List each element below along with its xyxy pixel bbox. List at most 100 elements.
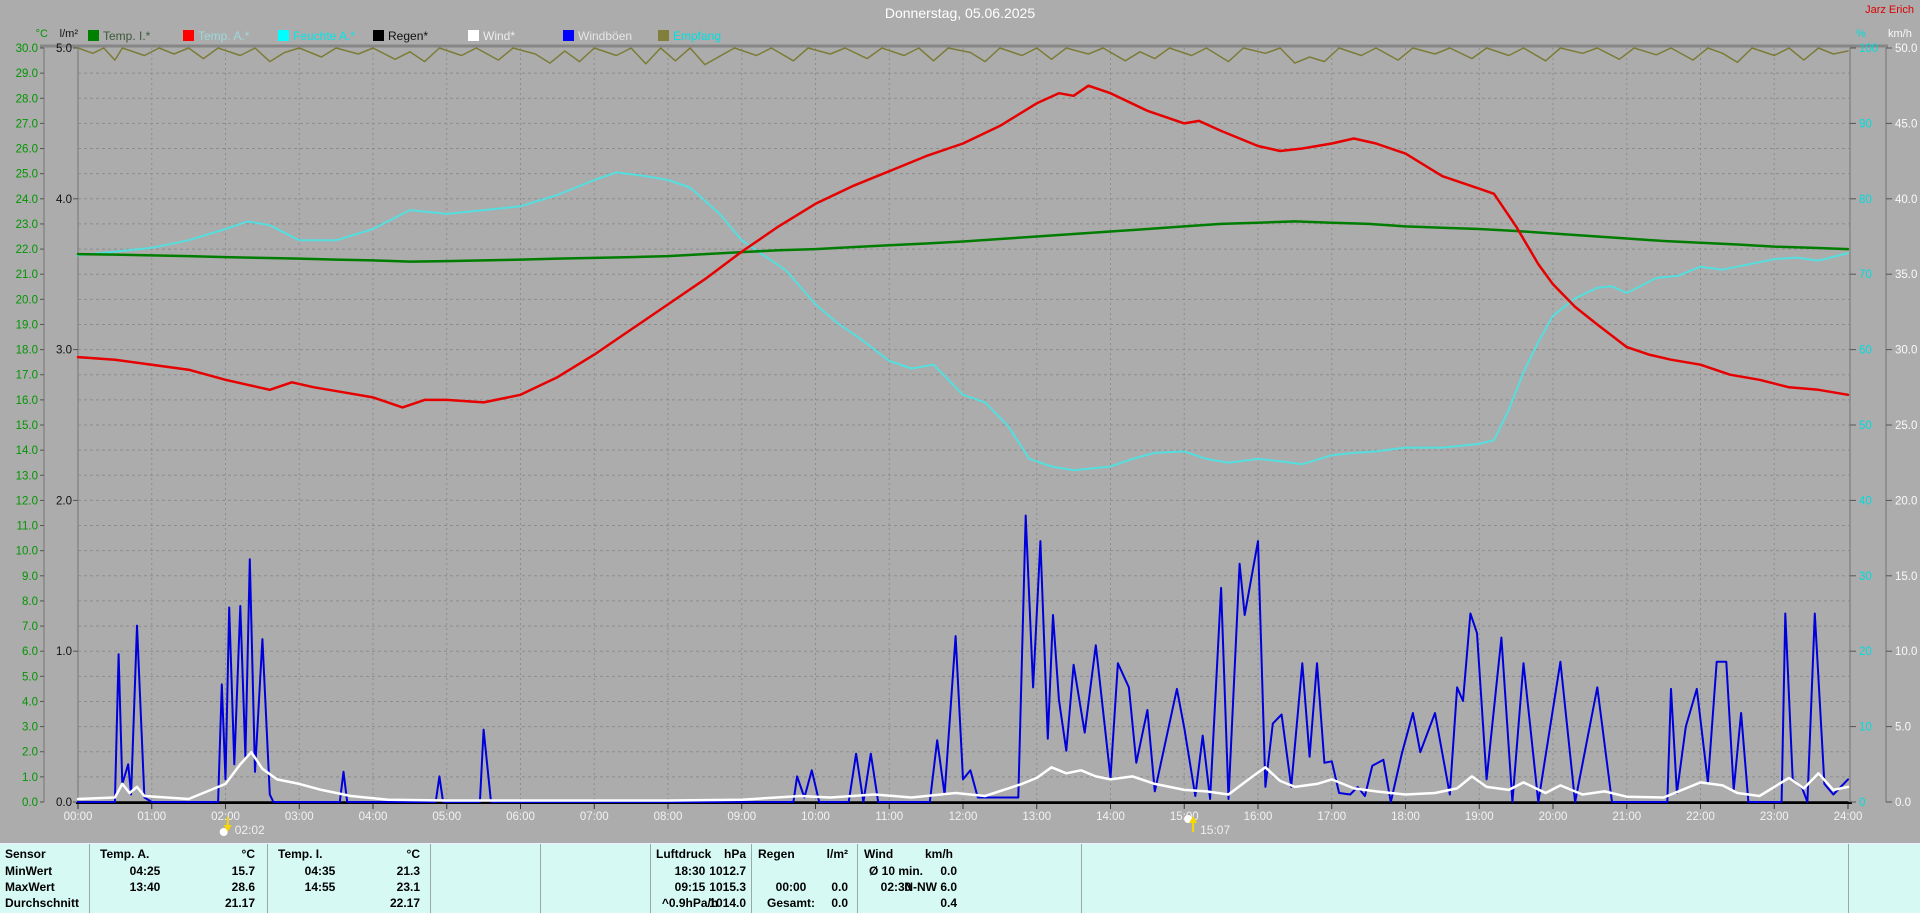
x-tick-label: 23:00 bbox=[1760, 811, 1789, 823]
y-tick-label-temp: 18.0 bbox=[16, 345, 38, 357]
y-axis-labels: 0.0 1.0 2.0 3.0 4.0 5.0 6.0 7.0 8.0 9.0 10.0 11.0 12… bbox=[16, 43, 1918, 809]
y-tick-label-temp: 9.0 bbox=[22, 571, 38, 583]
table-column-divider bbox=[430, 844, 431, 913]
y-tick-label-rain: 1.0 bbox=[56, 646, 72, 658]
x-tick-label: 03:00 bbox=[285, 811, 314, 823]
x-tick-label: 19:00 bbox=[1465, 811, 1494, 823]
y-tick-label-wind: 40.0 bbox=[1895, 194, 1917, 206]
y-tick-label-temp: 14.0 bbox=[16, 445, 38, 457]
y-tick-label-rain: 4.0 bbox=[56, 194, 72, 206]
table-cell-regen-value: 0.0 bbox=[831, 896, 848, 910]
y-tick-label-temp: 21.0 bbox=[16, 269, 38, 281]
table-cell-temp_i-value: 23.1 bbox=[396, 880, 420, 894]
y-tick-label-temp: 11.0 bbox=[16, 521, 38, 533]
table-col-unit-temp_i: °C bbox=[406, 847, 420, 861]
table-column-divider bbox=[267, 844, 268, 913]
table-row-label: MaxWert bbox=[5, 880, 55, 894]
table-cell-luftdruck-value: 1015.3 bbox=[709, 880, 746, 894]
x-tick-label: 24:00 bbox=[1834, 811, 1863, 823]
x-tick-label: 07:00 bbox=[580, 811, 609, 823]
time-marker-label: 02:02 bbox=[235, 823, 265, 837]
y-tick-label-humidity: 40 bbox=[1859, 495, 1872, 507]
table-column-divider bbox=[540, 844, 541, 913]
x-tick-label: 01:00 bbox=[137, 811, 166, 823]
y-tick-label-humidity: 0 bbox=[1859, 797, 1865, 809]
summary-table: Sensor MinWert MaxWert Durchschnitt Temp. A.… bbox=[0, 843, 1920, 913]
y-tick-label-wind: 25.0 bbox=[1895, 420, 1917, 432]
table-row-label: Sensor bbox=[5, 847, 46, 861]
y-tick-label-temp: 19.0 bbox=[16, 319, 38, 331]
x-tick-label: 11:00 bbox=[875, 811, 903, 823]
y-tick-label-humidity: 10 bbox=[1859, 722, 1872, 734]
y-tick-label-temp: 6.0 bbox=[22, 646, 38, 658]
y-tick-label-rain: 2.0 bbox=[56, 495, 72, 507]
y-tick-label-humidity: 100 bbox=[1859, 43, 1878, 55]
table-cell-temp_a-time: 04:25 bbox=[129, 864, 161, 878]
time-marker-label: 15:07 bbox=[1200, 823, 1230, 837]
x-axis-labels: 00:00 01:00 02:00 03:00 04:00 05:00 06:00 07:00… bbox=[64, 804, 1863, 823]
chart-gridlines bbox=[78, 48, 1850, 802]
table-cell-wind-value: N-NW 6.0 bbox=[904, 880, 957, 894]
y-tick-label-temp: 7.0 bbox=[22, 621, 38, 633]
series-feuchte-a- bbox=[77, 171, 1849, 472]
x-tick-label: 14:00 bbox=[1096, 811, 1125, 823]
y-tick-label-temp: 8.0 bbox=[22, 596, 38, 608]
table-cell-temp_a-value: 28.6 bbox=[231, 880, 255, 894]
y-tick-label-rain: 5.0 bbox=[56, 43, 72, 55]
table-col-unit-temp_a: °C bbox=[241, 847, 255, 861]
table-cell-luftdruck-value: 1012.7 bbox=[709, 864, 746, 878]
table-row-label: Durchschnitt bbox=[5, 896, 80, 910]
y-tick-label-wind: 50.0 bbox=[1895, 43, 1917, 55]
y-tick-label-wind: 30.0 bbox=[1895, 345, 1917, 357]
weather-chart: 0.0 1.0 2.0 3.0 4.0 5.0 6.0 7.0 8.0 9.0 10.0 11.0 12… bbox=[16, 43, 1918, 837]
y-tick-label-wind: 35.0 bbox=[1895, 269, 1917, 281]
table-cell-temp_i-value: 22.17 bbox=[389, 896, 420, 910]
y-tick-label-temp: 12.0 bbox=[16, 495, 38, 507]
x-tick-label: 09:00 bbox=[727, 811, 756, 823]
y-tick-label-temp: 23.0 bbox=[16, 219, 38, 231]
y-tick-label-temp: 26.0 bbox=[16, 144, 38, 156]
y-tick-label-humidity: 70 bbox=[1859, 269, 1872, 281]
x-tick-label: 12:00 bbox=[949, 811, 978, 823]
time-marker: 15:07 bbox=[1184, 815, 1230, 837]
x-tick-label: 18:00 bbox=[1391, 811, 1420, 823]
table-column-divider bbox=[89, 844, 90, 913]
table-cell-regen-value: 0.0 bbox=[831, 880, 848, 894]
y-tick-label-temp: 24.0 bbox=[16, 194, 38, 206]
table-col-unit-wind: km/h bbox=[924, 847, 953, 861]
table-col-unit-luftdruck: hPa bbox=[723, 847, 746, 861]
y-tick-label-humidity: 60 bbox=[1859, 345, 1872, 357]
table-column-divider bbox=[1081, 844, 1082, 913]
y-tick-label-rain: 0.0 bbox=[56, 797, 72, 809]
x-tick-label: 17:00 bbox=[1317, 811, 1346, 823]
y-tick-label-wind: 5.0 bbox=[1895, 722, 1911, 734]
x-tick-label: 08:00 bbox=[654, 811, 683, 823]
y-tick-label-temp: 27.0 bbox=[16, 118, 38, 130]
y-tick-label-humidity: 30 bbox=[1859, 571, 1872, 583]
y-tick-label-wind: 20.0 bbox=[1895, 495, 1917, 507]
y-tick-label-temp: 13.0 bbox=[16, 470, 38, 482]
y-tick-label-temp: 20.0 bbox=[16, 294, 38, 306]
y-tick-label-temp: 15.0 bbox=[16, 420, 38, 432]
table-cell-wind-value: 0.0 bbox=[940, 864, 957, 878]
table-column-divider bbox=[751, 844, 752, 913]
table-cell-wind-value: 0.4 bbox=[940, 896, 957, 910]
y-tick-label-rain: 3.0 bbox=[56, 345, 72, 357]
x-tick-label: 00:00 bbox=[64, 811, 93, 823]
series-temp-i- bbox=[76, 220, 1850, 263]
y-tick-label-temp: 16.0 bbox=[16, 395, 38, 407]
x-tick-label: 10:00 bbox=[801, 811, 830, 823]
x-tick-label: 20:00 bbox=[1539, 811, 1568, 823]
y-tick-label-temp: 30.0 bbox=[16, 43, 38, 55]
y-tick-label-humidity: 90 bbox=[1859, 118, 1872, 130]
y-tick-label-humidity: 50 bbox=[1859, 420, 1872, 432]
y-tick-label-temp: 25.0 bbox=[16, 169, 38, 181]
weather-app-window: Donnerstag, 05.06.2025 Jarz Erich °C l/m… bbox=[0, 0, 1920, 913]
table-cell-temp_a-value: 21.17 bbox=[224, 896, 255, 910]
table-cell-luftdruck-value: 1014.0 bbox=[709, 896, 746, 910]
table-cell-temp_i-value: 21.3 bbox=[396, 864, 420, 878]
x-tick-label: 05:00 bbox=[432, 811, 461, 823]
x-tick-label: 22:00 bbox=[1686, 811, 1715, 823]
y-tick-label-temp: 1.0 bbox=[22, 772, 38, 784]
y-tick-label-temp: 4.0 bbox=[22, 696, 38, 708]
